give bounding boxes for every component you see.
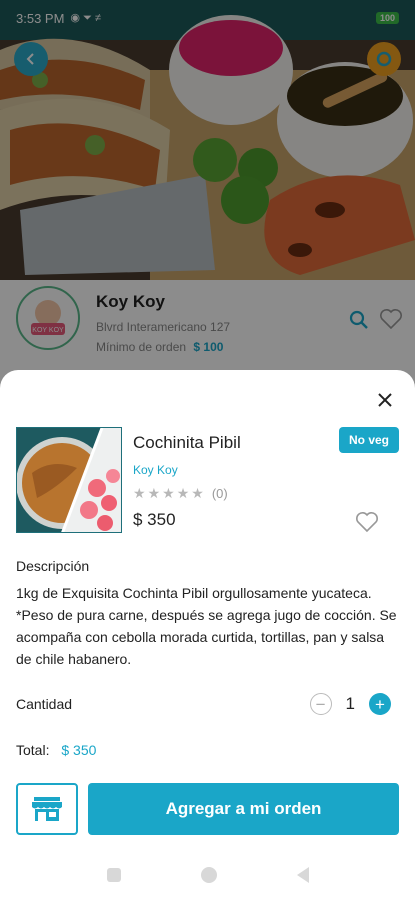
system-nav-bar [0, 850, 415, 900]
product-rating: ★ ★ ★ ★ ★ (0) [133, 485, 228, 502]
star-icon: ★ [176, 485, 190, 501]
product-price: $ 350 [133, 510, 176, 529]
store-button[interactable] [16, 783, 78, 835]
decrease-quantity-button[interactable]: − [309, 693, 332, 715]
close-icon [378, 393, 392, 407]
home-icon[interactable] [200, 867, 217, 883]
quantity-value: 1 [345, 694, 355, 713]
product-image [16, 427, 122, 533]
description-text: 1kg de Exquisita Cochinta Pibil orgullos… [16, 585, 397, 667]
rating-count: (0) [211, 486, 228, 501]
store-icon [32, 797, 62, 821]
product-favorite-button[interactable] [355, 511, 379, 538]
description-title: Descripción [16, 558, 90, 574]
close-button[interactable] [373, 388, 397, 412]
quantity-label: Cantidad [16, 696, 73, 712]
dim-overlay [0, 0, 415, 400]
add-to-order-button[interactable]: Agregar a mi orden [88, 783, 399, 835]
star-icon: ★ [147, 485, 161, 501]
total-value: $ 350 [61, 742, 97, 758]
quantity-stepper: − 1 + [309, 693, 391, 715]
total-label: Total: [16, 742, 50, 758]
increase-quantity-button[interactable]: + [369, 693, 391, 715]
back-nav-icon[interactable] [296, 867, 309, 883]
star-icon: ★ [162, 485, 175, 501]
heart-icon [356, 512, 378, 533]
product-name: Cochinita Pibil [133, 433, 241, 452]
recents-icon[interactable] [106, 868, 121, 882]
product-sheet: Cochinita Pibil Koy Koy ★ ★ ★ ★ ★ (0) $ … [0, 370, 415, 850]
diet-badge: No veg [338, 427, 399, 453]
total-row: Total: $ 350 [16, 742, 96, 758]
star-icon: ★ [191, 485, 204, 501]
star-icon: ★ [133, 485, 146, 501]
product-restaurant-link[interactable]: Koy Koy [133, 463, 178, 477]
